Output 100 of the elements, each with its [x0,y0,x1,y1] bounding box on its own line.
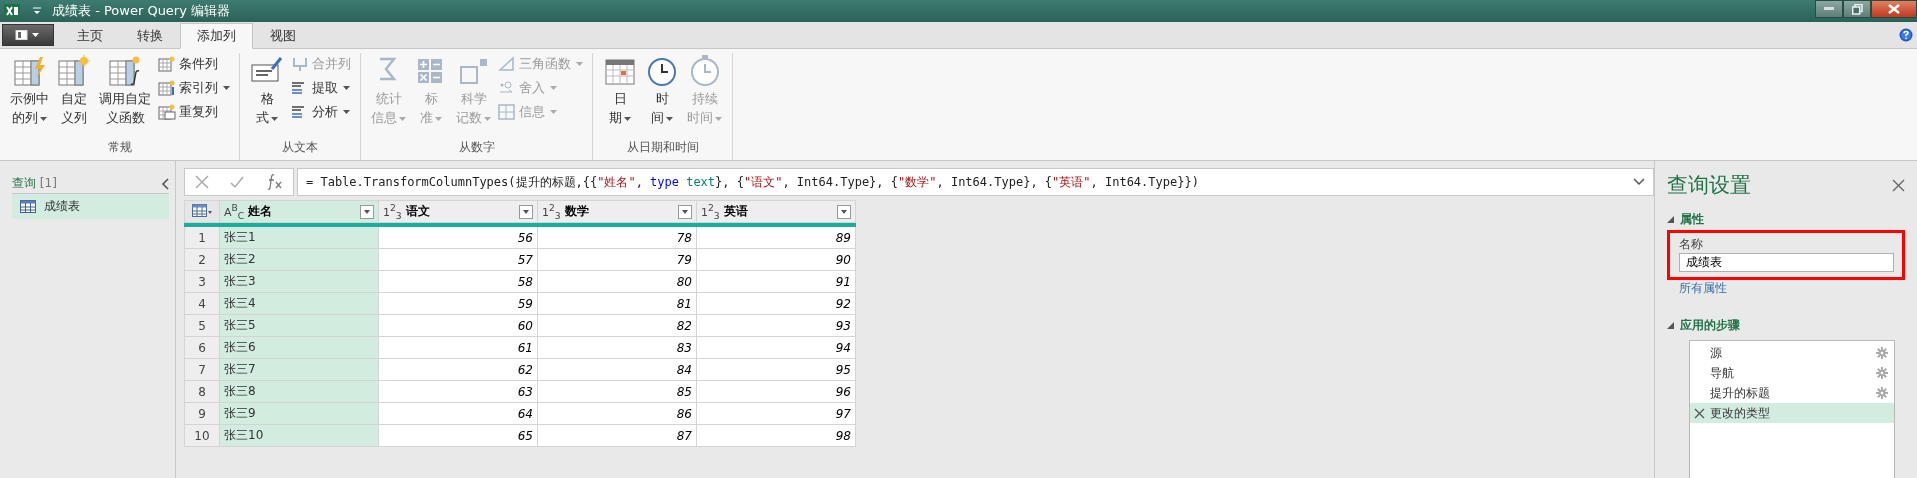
caret-icon [550,86,557,90]
column-name: 英语 [723,203,749,220]
ribbon-tab[interactable]: 添加列 [180,23,253,49]
checkmark-icon[interactable] [230,175,244,189]
close-button[interactable] [1871,0,1917,18]
table-cell: 86 [537,402,697,425]
file-menu-button[interactable] [2,24,54,46]
filter-dropdown-icon[interactable] [519,204,533,219]
table-cell: 97 [696,402,856,425]
table-cell: 90 [696,248,856,271]
table-cell: 张三7 [219,358,379,381]
collapse-triangle-icon[interactable] [1667,216,1674,223]
group-label: 常规 [107,139,132,156]
table-cell: 94 [696,336,856,359]
ribbon-button[interactable]: 重复列 [155,101,233,123]
table-cell: 张三9 [219,402,379,425]
table-cell: 92 [696,292,856,315]
table-cell: 85 [537,380,697,403]
table-cell: 张三4 [219,292,379,315]
column-header[interactable]: 1$^{2}$$_{3}$ 数学 [537,200,697,223]
expand-icon[interactable] [1633,178,1645,186]
row-number: 6 [184,336,220,359]
ribbon-button[interactable]: 调用自定 义函数 [95,53,155,137]
restore-button[interactable] [1843,0,1871,18]
column-header[interactable]: A$^{B}$$_{C}$ 姓名 [219,200,379,223]
table-cell: 65 [378,424,538,447]
caret-icon [435,116,442,121]
filter-dropdown-icon[interactable] [837,204,851,219]
column-name: 姓名 [248,203,274,220]
caret-icon [40,116,47,121]
ribbon-button[interactable]: 日 期 [599,53,641,137]
table-cell: 56 [378,226,538,249]
row-number: 5 [184,314,220,337]
table-icon [158,80,176,96]
column-name: 语文 [405,203,431,220]
ribbon-button[interactable]: 格 式 [246,53,288,137]
row-number: 4 [184,292,220,315]
step-item[interactable]: 提升的标题 [1690,383,1894,403]
close-icon[interactable] [1892,178,1905,192]
formula-field[interactable]: = Table.TransformColumnTypes(提升的标题,{{"姓名", type text}, {"语文", Int64.Type}, {"数学", Int64.Type}, {"英语", Int64.Type}}) [297,168,1654,196]
minimize-icon [1824,7,1834,11]
ribbon-button[interactable]: 索引列 [155,77,233,99]
close-icon [1888,4,1900,14]
collapse-triangle-icon[interactable] [1667,322,1674,329]
function-table-icon [108,55,142,87]
row-number: 7 [184,358,220,381]
step-item[interactable]: 源 [1690,343,1894,363]
column-header[interactable]: 1$^{2}$$_{3}$ 语文 [378,200,538,223]
query-item[interactable]: 成绩表 [12,194,169,219]
menu-icon [15,30,41,40]
collapse-icon[interactable] [161,177,169,190]
ribbon-button[interactable]: 条件列 [155,53,233,75]
caret-icon [223,86,230,90]
spreadsheet-icon[interactable] [4,3,20,19]
filter-dropdown-icon[interactable] [678,204,692,219]
panel-title: 查询设置 [1667,172,1751,199]
minimize-button[interactable] [1815,0,1843,18]
table-cell: 80 [537,270,697,293]
table-cell: 96 [696,380,856,403]
group-label: 从文本 [282,139,318,156]
row-number: 1 [184,226,220,249]
table-menu-button[interactable] [184,200,220,223]
column-header[interactable]: 1$^{2}$$_{3}$ 英语 [696,200,856,223]
step-item[interactable]: 更改的类型 [1690,403,1894,423]
ribbon-button[interactable]: 提取 [288,77,354,99]
table-cell: 张三8 [219,380,379,403]
ribbon-button[interactable]: 时 间 [641,53,683,137]
table-cell: 张三3 [219,270,379,293]
table-cell: 64 [378,402,538,425]
lightning-table-icon [12,55,47,87]
all-properties-link[interactable]: 所有属性 [1667,280,1727,297]
ribbon-tab[interactable]: 视图 [253,23,313,49]
table-cell: 91 [696,270,856,293]
column-name: 数学 [564,203,590,220]
ribbon-button[interactable]: 示例中 的列 [6,53,53,137]
caret-icon [343,110,350,114]
table-cell: 62 [378,358,538,381]
table-cell: 63 [378,380,538,403]
dropdown-icon[interactable] [32,6,42,16]
ribbon-button[interactable]: 分析 [288,101,354,123]
name-field[interactable]: 成绩表 [1679,253,1894,272]
ribbon-tab[interactable]: 主页 [60,23,120,49]
caret-icon [399,116,406,121]
table-icon [158,56,176,72]
help-icon[interactable] [1899,28,1913,42]
table-icon [192,203,212,217]
ribbon-button[interactable]: 自定 义列 [53,53,95,137]
table-cell: 61 [378,336,538,359]
table-cell: 张三2 [219,248,379,271]
table-cell: 84 [537,358,697,381]
ribbon-tab[interactable]: 转换 [120,23,180,49]
delete-icon[interactable] [1694,407,1705,419]
table-cell: 95 [696,358,856,381]
filter-dropdown-icon[interactable] [360,204,374,219]
table-cell: 81 [537,292,697,315]
table-cell: 79 [537,248,697,271]
table-cell: 78 [537,226,697,249]
table-cell: 59 [378,292,538,315]
caret-icon [484,116,491,121]
step-item[interactable]: 导航 [1690,363,1894,383]
